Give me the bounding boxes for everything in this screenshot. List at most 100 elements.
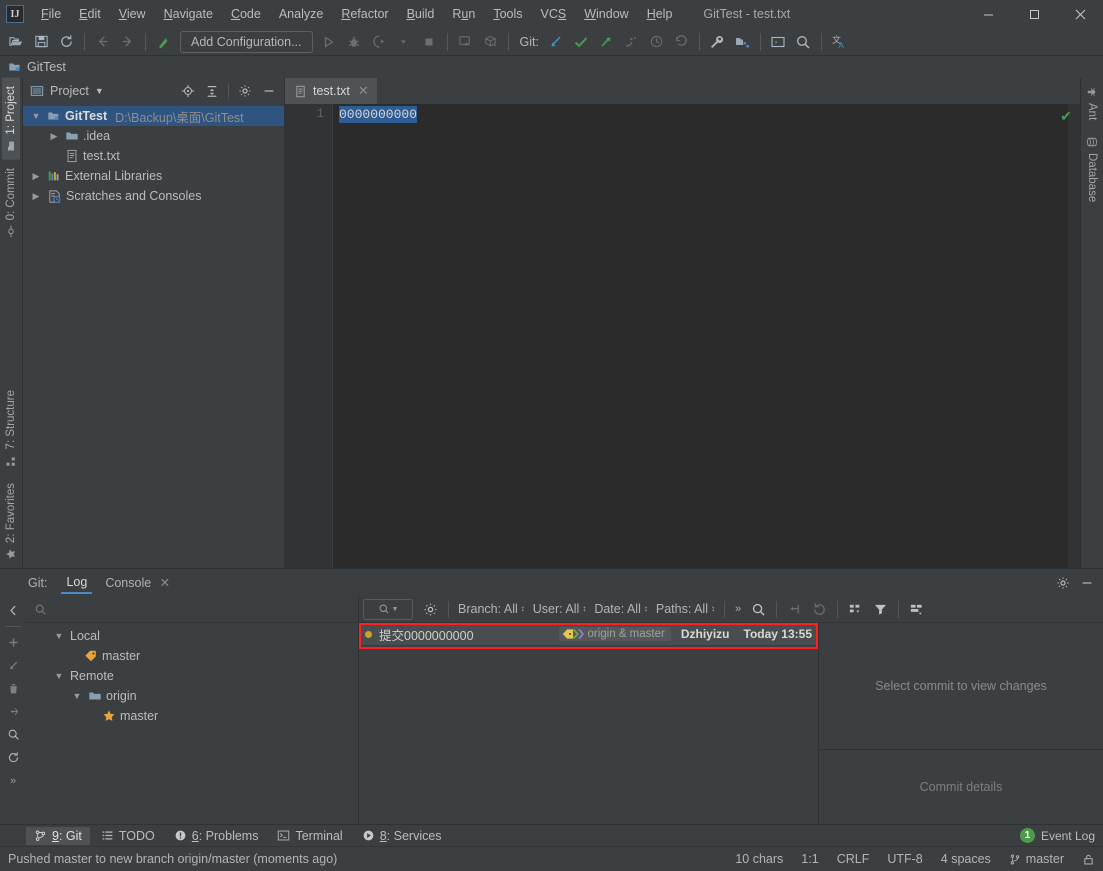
log-refresh-icon[interactable] <box>808 599 831 620</box>
open-folder-icon[interactable] <box>4 30 29 54</box>
debug-icon[interactable] <box>342 30 367 54</box>
branch-tree[interactable]: ▼ Local master ▼ Remote ▼ origin master <box>26 623 358 824</box>
filter-icon[interactable] <box>869 599 892 620</box>
chevron-down-icon[interactable]: ▼ <box>52 671 66 681</box>
delete-icon[interactable] <box>2 678 24 699</box>
sidebar-item-database[interactable]: Database <box>1083 128 1101 210</box>
project-tree[interactable]: ▼ GitTest D:\Backup\桌面\GitTest ▶ .idea t… <box>23 104 284 568</box>
inspection-ok-icon[interactable]: ✔ <box>1058 108 1074 124</box>
update-project-icon[interactable] <box>453 30 478 54</box>
menu-window[interactable]: Window <box>575 3 637 25</box>
menu-view[interactable]: View <box>110 3 155 25</box>
translate-icon[interactable]: 文A <box>827 30 852 54</box>
run-with-coverage-icon[interactable] <box>367 30 392 54</box>
filter-branch[interactable]: Branch: All ↕ <box>455 602 528 616</box>
refresh-icon[interactable] <box>2 747 24 768</box>
menu-tools[interactable]: Tools <box>484 3 531 25</box>
tool-button-services[interactable]: 8: Services <box>354 827 450 845</box>
close-icon[interactable]: ✕ <box>358 83 369 99</box>
menu-run[interactable]: Run <box>443 3 484 25</box>
branch-remote-origin-master[interactable]: master <box>26 706 358 726</box>
close-icon[interactable]: ✕ <box>160 576 170 590</box>
more-icon[interactable]: » <box>2 770 24 791</box>
git-push-icon[interactable] <box>594 30 619 54</box>
chevron-down-icon[interactable]: ▼ <box>95 86 104 96</box>
search-icon[interactable] <box>2 724 24 745</box>
selected-text[interactable]: 0000000000 <box>339 106 418 123</box>
profile-icon[interactable] <box>392 30 417 54</box>
marker-gutter[interactable]: ✔ <box>1060 104 1080 568</box>
columns-icon[interactable] <box>905 599 928 620</box>
forward-icon[interactable] <box>115 30 140 54</box>
search-everywhere-icon[interactable] <box>791 30 816 54</box>
sidebar-item-commit[interactable]: 0: Commit <box>2 160 20 245</box>
add-icon[interactable] <box>2 632 24 653</box>
branch-remote-origin[interactable]: ▼ origin <box>26 686 358 706</box>
build-icon[interactable] <box>151 30 176 54</box>
git-commit-check-icon[interactable] <box>569 30 594 54</box>
settings-icon[interactable] <box>1052 572 1074 594</box>
status-encoding[interactable]: UTF-8 <box>878 852 931 866</box>
branch-local-master[interactable]: master <box>26 646 358 666</box>
status-line-separator[interactable]: CRLF <box>828 852 879 866</box>
minimize-button[interactable] <box>965 0 1011 28</box>
log-settings-icon[interactable] <box>419 599 442 620</box>
hide-icon[interactable] <box>258 80 280 102</box>
sidebar-item-structure[interactable]: 7: Structure <box>2 382 20 474</box>
tab-test-txt[interactable]: test.txt ✕ <box>285 78 377 104</box>
git-rollback-icon[interactable] <box>669 30 694 54</box>
chevron-right-icon[interactable]: ▶ <box>29 191 43 202</box>
event-log-label[interactable]: Event Log <box>1041 829 1095 843</box>
filters-overflow-button[interactable]: » <box>731 599 745 620</box>
back-icon[interactable] <box>90 30 115 54</box>
code-content[interactable]: 0000000000 <box>333 104 1068 568</box>
log-search-icon[interactable] <box>747 599 770 620</box>
checkout-icon[interactable] <box>2 655 24 676</box>
run-icon[interactable] <box>317 30 342 54</box>
event-log-area[interactable]: 1 Event Log <box>1019 828 1103 843</box>
status-branch[interactable]: master <box>1000 852 1073 866</box>
tool-button-problems[interactable]: 6: Problems <box>166 827 267 845</box>
filter-user[interactable]: User: All ↕ <box>530 602 590 616</box>
code-editor[interactable]: 1 0000000000 ✔ <box>285 104 1080 568</box>
add-configuration-button[interactable]: Add Configuration... <box>180 30 313 53</box>
menu-vcs[interactable]: VCS <box>532 3 576 25</box>
hide-icon[interactable] <box>1076 572 1098 594</box>
git-history-icon[interactable] <box>644 30 669 54</box>
commit-icon[interactable] <box>478 30 503 54</box>
sidebar-item-ant[interactable]: Ant <box>1083 78 1101 128</box>
settings-icon[interactable] <box>234 80 256 102</box>
commit-list[interactable]: 提交0000000000 origin & master Dzhiyizu To… <box>359 623 818 824</box>
menu-navigate[interactable]: Navigate <box>155 3 222 25</box>
menu-code[interactable]: Code <box>222 3 270 25</box>
tool-button-git[interactable]: 9: Git <box>26 826 90 845</box>
maximize-button[interactable] <box>1011 0 1057 28</box>
menu-build[interactable]: Build <box>398 3 444 25</box>
breadcrumb-project[interactable]: GitTest <box>27 60 66 74</box>
tree-row-gittest[interactable]: ▼ GitTest D:\Backup\桌面\GitTest <box>23 106 284 126</box>
merge-icon[interactable] <box>2 701 24 722</box>
menu-refactor[interactable]: Refactor <box>332 3 397 25</box>
chevron-right-icon[interactable]: ▶ <box>47 131 61 142</box>
code-line-1[interactable]: 0000000000 <box>339 106 1068 123</box>
locate-icon[interactable] <box>177 80 199 102</box>
menu-analyze[interactable]: Analyze <box>270 3 332 25</box>
lock-icon[interactable] <box>1073 853 1097 866</box>
tree-row-idea[interactable]: ▶ .idea <box>23 126 284 146</box>
menu-help[interactable]: Help <box>638 3 682 25</box>
git-update-icon[interactable] <box>544 30 569 54</box>
tool-button-todo[interactable]: TODO <box>93 827 163 845</box>
tool-button-terminal[interactable]: Terminal <box>269 827 350 845</box>
status-indent[interactable]: 4 spaces <box>932 852 1000 866</box>
show-graph-icon[interactable] <box>844 599 867 620</box>
chevron-right-icon[interactable]: ▶ <box>29 171 43 182</box>
commit-refs-chip[interactable]: origin & master <box>558 627 671 641</box>
tree-row-scratches[interactable]: ▶ Scratches and Consoles <box>23 186 284 206</box>
project-structure-icon[interactable] <box>730 30 755 54</box>
commit-row[interactable]: 提交0000000000 origin & master Dzhiyizu To… <box>359 623 818 645</box>
wrench-icon[interactable] <box>705 30 730 54</box>
collapse-all-icon[interactable] <box>201 80 223 102</box>
filter-date[interactable]: Date: All ↕ <box>591 602 651 616</box>
sidebar-item-favorites[interactable]: 2: Favorites <box>2 475 20 568</box>
tab-log[interactable]: Log <box>58 571 95 594</box>
